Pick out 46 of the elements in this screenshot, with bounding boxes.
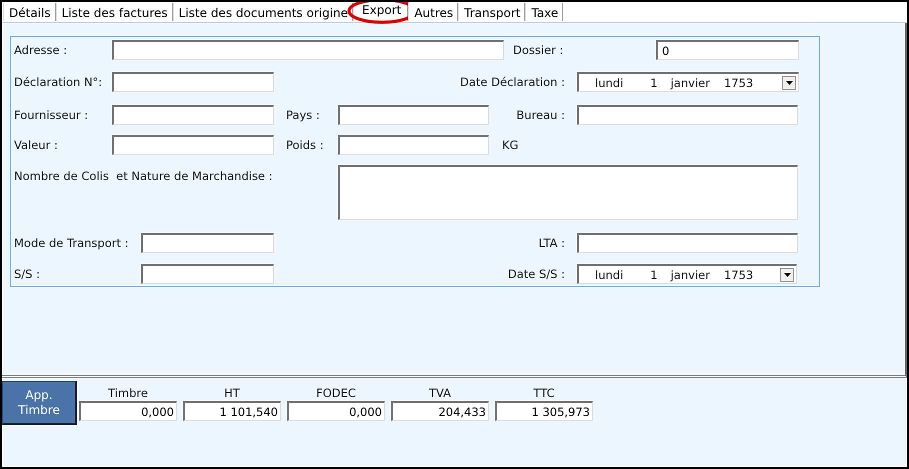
tab[interactable]: Liste des factures bbox=[56, 3, 173, 21]
text-field[interactable] bbox=[112, 105, 274, 125]
field-label: Nombre de Colis et Nature de Marchandise : bbox=[14, 169, 273, 183]
tab[interactable]: Liste des documents origine bbox=[172, 3, 354, 21]
date-picker[interactable]: lundi 1 janvier 1753 bbox=[577, 72, 799, 92]
text-field[interactable] bbox=[112, 72, 274, 92]
text-field[interactable] bbox=[577, 105, 798, 125]
tab[interactable]: Autres bbox=[408, 3, 458, 21]
field-label: Date Déclaration : bbox=[460, 75, 565, 89]
total-label: HT bbox=[224, 386, 240, 401]
text-field[interactable] bbox=[141, 264, 274, 284]
field-label: Mode de Transport : bbox=[14, 236, 129, 250]
field-label: Date S/S : bbox=[508, 267, 565, 281]
field-label: Valeur : bbox=[14, 138, 58, 152]
text-field[interactable] bbox=[338, 105, 489, 125]
total-label: FODEC bbox=[316, 386, 356, 401]
total-label: TVA bbox=[428, 386, 452, 401]
total-label: TTC bbox=[533, 386, 555, 401]
text-area[interactable] bbox=[338, 165, 798, 220]
total-field[interactable]: 204,433 bbox=[391, 401, 489, 421]
field-label: LTA : bbox=[538, 236, 565, 250]
total-field[interactable]: 0,000 bbox=[79, 401, 177, 421]
text-field[interactable] bbox=[338, 135, 489, 155]
field-label: Poids : bbox=[286, 138, 324, 152]
text-field[interactable] bbox=[141, 233, 274, 253]
text-field[interactable]: 0 bbox=[656, 40, 799, 60]
text-field[interactable] bbox=[577, 233, 798, 253]
app-timbre-button[interactable]: App. Timbre bbox=[2, 381, 77, 425]
field-label: Dossier : bbox=[513, 43, 564, 57]
field-label: S/S : bbox=[14, 267, 40, 281]
field-label: Fournisseur : bbox=[14, 108, 88, 122]
total-label: Timbre bbox=[108, 386, 148, 401]
total-field[interactable]: 1 101,540 bbox=[183, 401, 281, 421]
text-field[interactable] bbox=[112, 40, 504, 60]
field-label: Déclaration N°: bbox=[14, 75, 102, 89]
total-field[interactable]: 1 305,973 bbox=[495, 401, 593, 421]
total-field[interactable]: 0,000 bbox=[287, 401, 385, 421]
date-picker[interactable]: lundi 1 janvier 1753 bbox=[577, 264, 797, 284]
field-label: Bureau : bbox=[516, 108, 565, 122]
text-field[interactable] bbox=[112, 135, 274, 155]
tab[interactable]: Transport bbox=[458, 3, 526, 21]
tab[interactable]: Détails bbox=[3, 3, 56, 21]
tab[interactable]: Taxe bbox=[525, 3, 564, 21]
unit-label: KG bbox=[502, 138, 518, 152]
field-label: Pays : bbox=[286, 108, 320, 122]
field-label: Adresse : bbox=[14, 43, 68, 57]
